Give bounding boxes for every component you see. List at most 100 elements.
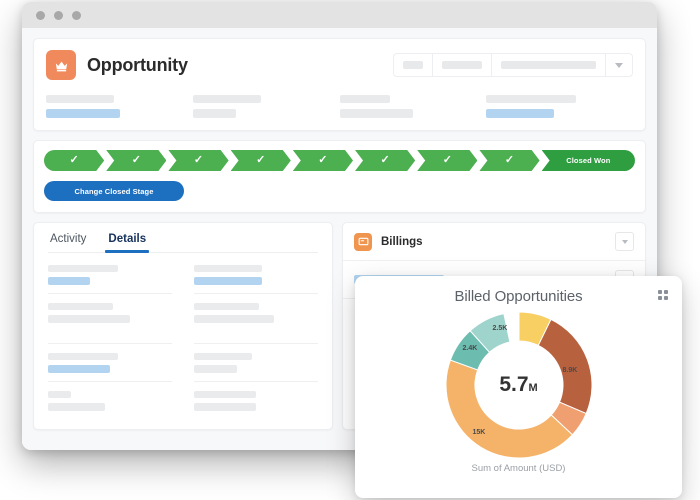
donut-slice-label: 2.4K (462, 345, 478, 352)
detail-value-placeholder (48, 315, 130, 323)
detail-value-placeholder (194, 403, 256, 411)
field-value-placeholder[interactable] (486, 109, 555, 118)
stage-step-3[interactable]: ✓ (168, 150, 228, 171)
header-button-group[interactable] (393, 53, 633, 77)
detail-columns (48, 265, 318, 415)
header-button-2[interactable] (433, 54, 492, 76)
chevron-down-icon (621, 239, 628, 244)
stage-step-8[interactable]: ✓ (479, 150, 539, 171)
chevron-down-icon (615, 62, 623, 68)
donut-slice-label: 15K (472, 429, 486, 436)
header-field (46, 95, 193, 118)
close-dot[interactable] (36, 10, 45, 20)
detail-value-placeholder (48, 403, 105, 411)
header-field (339, 95, 487, 118)
header-field (486, 95, 633, 118)
stage-step-7[interactable]: ✓ (417, 150, 477, 171)
header-field (192, 95, 340, 118)
header-button-1[interactable] (394, 54, 433, 76)
change-closed-stage-button[interactable]: Change Closed Stage (44, 181, 184, 201)
donut-chart-area: 5.7M 8.9K 15K 2.4K 2.5K (355, 307, 682, 459)
check-icon: ✓ (256, 154, 266, 166)
check-icon: ✓ (504, 154, 515, 166)
billings-title: Billings (381, 235, 423, 248)
donut-chart: 5.7M 8.9K 15K 2.4K 2.5K (445, 311, 593, 459)
check-icon: ✓ (69, 154, 79, 166)
chart-footer-label: Sum of Amount (USD) (471, 463, 566, 474)
check-icon: ✓ (193, 154, 204, 166)
stage-path: ✓ ✓ ✓ ✓ ✓ ✓ ✓ ✓ Closed Won (44, 150, 635, 171)
header-button-3[interactable] (492, 54, 606, 76)
tab-details[interactable]: Details (105, 233, 149, 253)
detail-label-placeholder (48, 303, 113, 310)
maximize-dot[interactable] (72, 10, 81, 20)
divider (194, 293, 318, 294)
stage-step-2[interactable]: ✓ (106, 150, 166, 171)
field-label-placeholder (486, 95, 577, 103)
details-panel: Activity Details (33, 222, 333, 430)
divider (48, 293, 172, 294)
detail-column-left (48, 265, 172, 415)
placeholder-bar (442, 61, 482, 69)
field-value-placeholder (339, 109, 413, 118)
detail-row (48, 353, 172, 373)
detail-value-placeholder (194, 365, 237, 373)
detail-label-placeholder (194, 353, 252, 360)
drag-handle-icon[interactable] (658, 290, 668, 300)
detail-value-placeholder[interactable] (194, 277, 262, 285)
placeholder-bar (403, 61, 423, 69)
divider (48, 343, 172, 344)
detail-row (48, 303, 172, 323)
tab-activity[interactable]: Activity (50, 233, 86, 252)
crown-icon (46, 50, 76, 80)
chart-card-header: Billed Opportunities (355, 288, 682, 305)
detail-label-placeholder (194, 265, 262, 272)
center-suffix: M (528, 382, 538, 394)
detail-row (48, 391, 172, 411)
detail-column-right (194, 265, 318, 415)
field-label-placeholder (46, 95, 114, 103)
field-value-placeholder (192, 109, 236, 118)
detail-value-placeholder[interactable] (48, 277, 90, 285)
check-icon: ✓ (442, 154, 452, 166)
detail-value-placeholder[interactable] (48, 365, 110, 373)
billings-title-group: Billings (354, 232, 423, 251)
donut-center-value: 5.7M (499, 373, 537, 397)
window-titlebar (22, 2, 657, 28)
detail-label-placeholder (48, 391, 71, 398)
page-title-group: Opportunity (46, 50, 188, 80)
field-label-placeholder (192, 95, 261, 103)
donut-slice-label: 2.5K (492, 325, 508, 332)
detail-label-placeholder (194, 303, 259, 310)
divider (48, 381, 172, 382)
tab-bar: Activity Details (48, 233, 318, 253)
detail-label-placeholder (48, 353, 118, 360)
stage-step-4[interactable]: ✓ (231, 150, 291, 171)
minimize-dot[interactable] (54, 10, 63, 20)
detail-label-placeholder (194, 391, 256, 398)
field-value-placeholder[interactable] (46, 109, 120, 118)
detail-row (194, 303, 318, 323)
check-icon: ✓ (380, 154, 390, 166)
detail-label-placeholder (48, 265, 118, 272)
donut-slice-label: 8.9K (562, 367, 578, 374)
stage-step-6[interactable]: ✓ (355, 150, 415, 171)
stage-step-closed-won[interactable]: Closed Won (541, 150, 635, 171)
header-top-row: Opportunity (46, 50, 633, 80)
billings-collapse-button[interactable] (615, 232, 634, 251)
billings-header: Billings (343, 223, 645, 261)
stage-step-5[interactable]: ✓ (293, 150, 353, 171)
placeholder-bar (501, 61, 596, 69)
stage-step-label: Closed Won (566, 156, 611, 165)
detail-row (194, 265, 318, 285)
detail-row (194, 353, 318, 373)
stage-step-1[interactable]: ✓ (44, 150, 104, 171)
center-number: 5.7 (499, 373, 529, 396)
sales-path-card: ✓ ✓ ✓ ✓ ✓ ✓ ✓ ✓ Closed Won Change Closed… (33, 140, 646, 213)
billed-opportunities-card: Billed Opportunities 5.7M 8.9K 15K 2.4K 2.5… (355, 276, 682, 498)
field-label-placeholder (339, 95, 390, 103)
check-icon: ✓ (131, 154, 141, 166)
header-dropdown-button[interactable] (606, 54, 632, 76)
detail-value-placeholder (194, 315, 274, 323)
detail-row (194, 391, 318, 411)
